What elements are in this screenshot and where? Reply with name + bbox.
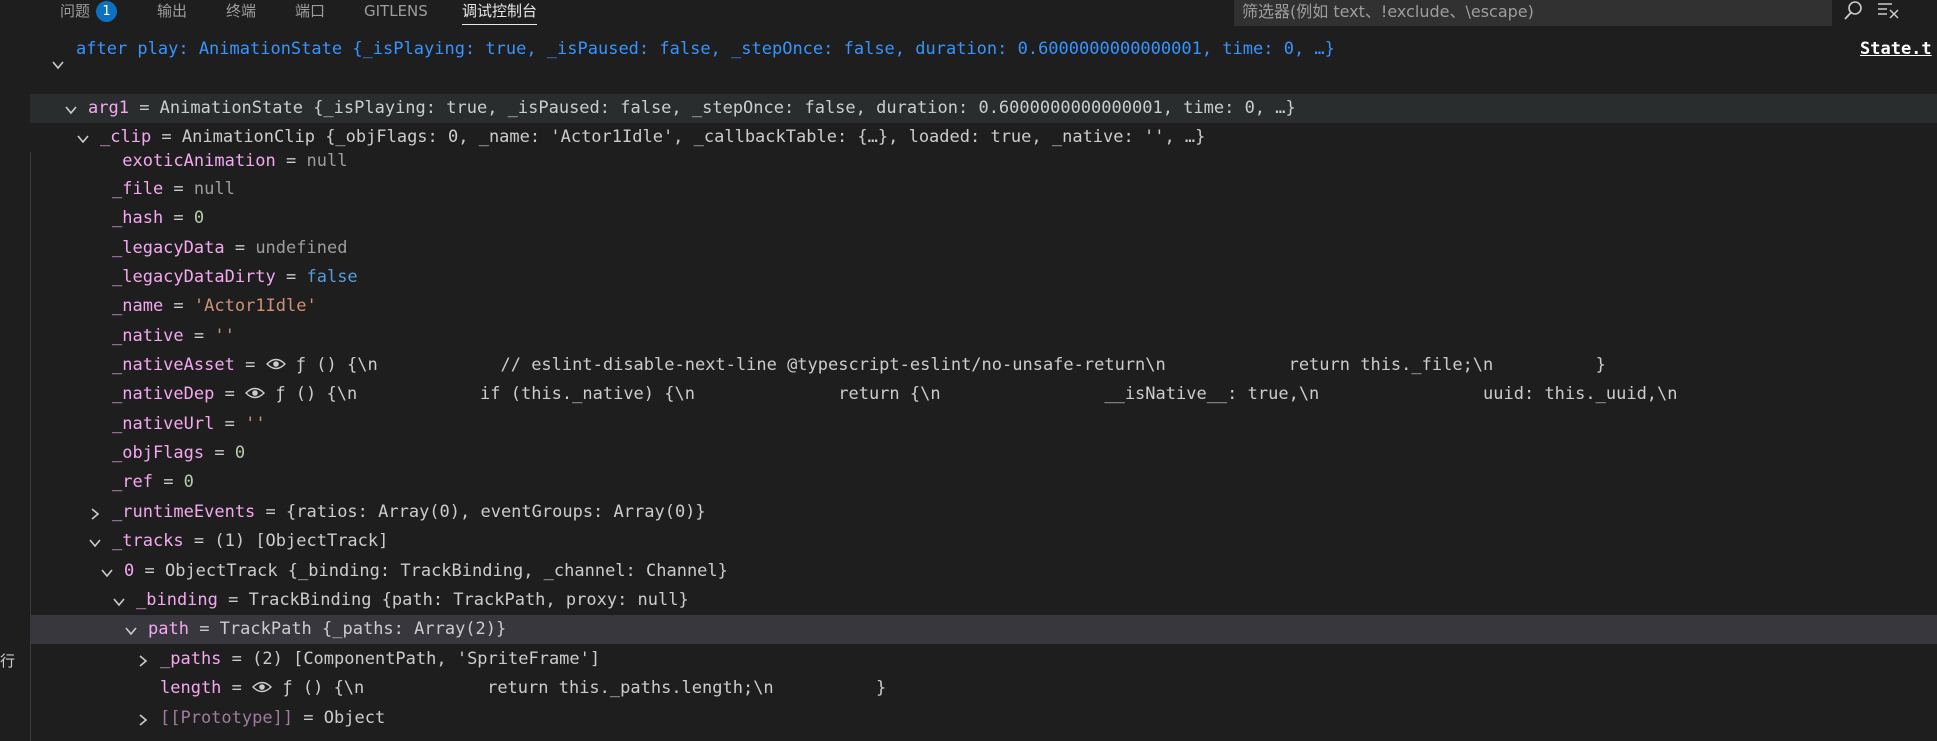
tree-row-tracks[interactable]: _tracks = (1) [ObjectTrack]: [112, 527, 388, 556]
clipped-side-label: 行: [0, 652, 16, 670]
tab-problems[interactable]: 问题 1: [60, 0, 118, 26]
tree-row-obj-flags[interactable]: _objFlags = 0: [112, 439, 245, 468]
tree-row-runtime-events[interactable]: _runtimeEvents = {ratios: Array(0), even…: [112, 498, 706, 527]
chevron-down-icon[interactable]: [124, 623, 138, 637]
chevron-down-icon[interactable]: [88, 535, 102, 549]
tree-row-ref[interactable]: _ref = 0: [112, 468, 194, 497]
chevron-down-icon[interactable]: [112, 594, 126, 608]
log-message[interactable]: after play: AnimationState {_isPlaying: …: [76, 35, 1335, 64]
chevron-right-icon[interactable]: [136, 653, 150, 667]
chevron-down-icon[interactable]: [64, 102, 78, 116]
tree-row-legacy-data[interactable]: _legacyData = undefined: [112, 234, 347, 263]
panel-tab-bar: 问题 1 输出 终端 端口 GITLENS 调试控制台 筛选器(例如 text、!…: [0, 0, 1937, 26]
tree-indent-guide: [30, 152, 31, 741]
tree-row-hash[interactable]: _hash = 0: [112, 204, 204, 233]
source-link[interactable]: State.t: [1860, 35, 1932, 64]
chevron-down-icon[interactable]: [100, 565, 114, 579]
eye-icon[interactable]: [252, 675, 273, 693]
search-icon[interactable]: [1840, 0, 1866, 22]
chevron-right-icon[interactable]: [136, 712, 150, 726]
problems-count-badge: 1: [96, 1, 118, 22]
eye-icon[interactable]: [245, 381, 266, 399]
tree-row-arg1[interactable]: arg1 = AnimationState {_isPlaying: true,…: [88, 94, 1296, 123]
eye-icon[interactable]: [265, 352, 286, 370]
tree-row-path[interactable]: path = TrackPath {_paths: Array(2)}: [148, 615, 506, 644]
tree-row-exotic-animation[interactable]: _exoticAnimation = null: [112, 146, 347, 168]
tree-row-native[interactable]: _native = '': [112, 322, 235, 351]
tree-row-prototype[interactable]: [[Prototype]] = Object: [160, 704, 385, 733]
tree-row-paths[interactable]: _paths = (2) [ComponentPath, 'SpriteFram…: [160, 645, 600, 674]
tree-row-file[interactable]: _file = null: [112, 175, 235, 204]
tab-output[interactable]: 输出: [157, 0, 187, 26]
left-gutter: [0, 0, 30, 741]
tree-row-track-0[interactable]: 0 = ObjectTrack {_binding: TrackBinding,…: [124, 557, 728, 586]
chevron-right-icon[interactable]: [88, 506, 102, 520]
tab-problems-label: 问题: [60, 2, 91, 20]
tree-row-native-dep[interactable]: _nativeDep = ƒ () {\n if (this._native) …: [112, 380, 1678, 409]
chevron-down-icon[interactable]: [51, 57, 65, 71]
tree-row-name[interactable]: _name = 'Actor1Idle': [112, 292, 317, 321]
tree-row-legacy-data-dirty[interactable]: _legacyDataDirty = false: [112, 263, 358, 292]
tree-row-native-url[interactable]: _nativeUrl = '': [112, 410, 266, 439]
filter-input[interactable]: 筛选器(例如 text、!exclude、\escape): [1234, 0, 1832, 26]
chevron-down-icon[interactable]: [76, 131, 90, 145]
tab-debug-console[interactable]: 调试控制台: [462, 0, 538, 26]
tree-row-length[interactable]: length = ƒ () {\n return this._paths.len…: [160, 674, 886, 703]
tree-row-native-asset[interactable]: _nativeAsset = ƒ () {\n // eslint-disabl…: [112, 351, 1606, 380]
tab-terminal[interactable]: 终端: [226, 0, 256, 26]
tab-gitlens[interactable]: GITLENS: [364, 0, 428, 26]
tree-row-binding[interactable]: _binding = TrackBinding {path: TrackPath…: [136, 586, 689, 615]
clear-console-icon[interactable]: [1875, 0, 1901, 22]
tab-ports[interactable]: 端口: [295, 0, 325, 26]
